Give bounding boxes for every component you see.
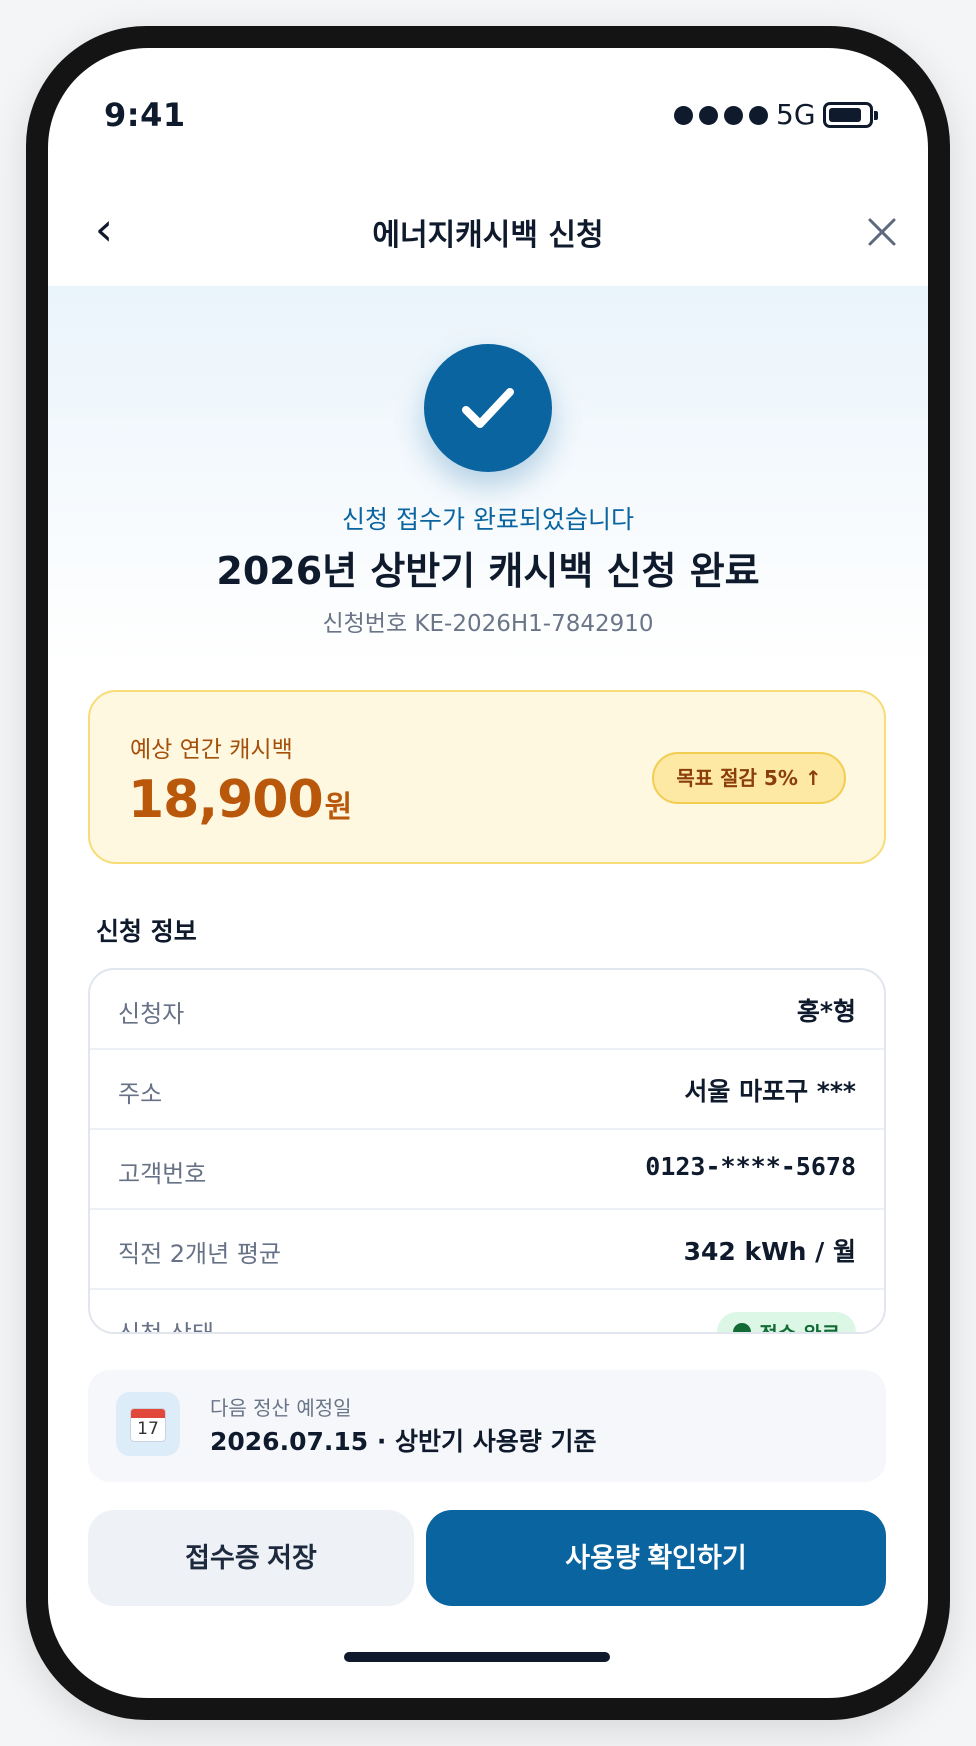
info-label: 주소 [118, 1080, 163, 1108]
nav-bar: ‹ 에너지캐시백 신청 [48, 188, 928, 286]
info-value: 342 kWh / 월 [683, 1237, 856, 1266]
info-row-customer-number: 고객번호 0123-****-5678 [90, 1130, 884, 1210]
status-bar: 9:41 5G [48, 48, 928, 188]
info-label: 고객번호 [118, 1160, 207, 1188]
info-row-address: 주소 서울 마포구 *** [90, 1050, 884, 1130]
hero-subtitle: 신청 접수가 완료되었습니다 [342, 505, 634, 534]
info-section-title: 신청 정보 [96, 917, 197, 946]
status-time: 9:41 [104, 96, 186, 134]
info-row-applicant: 신청자 홍*형 [90, 970, 884, 1050]
status-dot-icon [733, 1323, 752, 1332]
next-settlement-value: 2026.07.15 · 상반기 사용량 기준 [210, 1427, 597, 1456]
network-label: 5G [776, 98, 816, 131]
hero-title: 2026년 상반기 캐시백 신청 완료 [216, 549, 760, 593]
home-indicator[interactable] [344, 1652, 610, 1662]
status-text: 접수 완료 [759, 1321, 840, 1334]
cashback-label: 예상 연간 캐시백 [130, 737, 293, 763]
cashback-card: 예상 연간 캐시백 18,900원 목표 절감 5% ↑ [88, 690, 886, 864]
info-value: 홍*형 [796, 997, 856, 1026]
close-icon[interactable] [864, 214, 900, 250]
info-row-average-usage: 직전 2개년 평균 342 kWh / 월 [90, 1210, 884, 1290]
calendar-day: 17 [137, 1419, 159, 1439]
page-title: 에너지캐시백 신청 [372, 218, 604, 253]
hero-section: 신청 접수가 완료되었습니다 2026년 상반기 캐시백 신청 완료 신청번호 … [48, 286, 928, 666]
success-check-icon [424, 344, 552, 472]
info-value: 0123-****-5678 [645, 1152, 856, 1181]
next-settlement-label: 다음 정산 예정일 [210, 1396, 352, 1420]
application-number: 신청번호 KE-2026H1-7842910 [322, 611, 654, 637]
next-settlement-card: 17 다음 정산 예정일 2026.07.15 · 상반기 사용량 기준 [88, 1370, 886, 1482]
phone-frame: 9:41 5G ‹ 에너지캐시백 신청 신청 접수가 완료되었습니다 2026년… [26, 26, 950, 1720]
status-badge: 접수 완료 [717, 1312, 856, 1334]
cashback-amount-value: 18,900 [128, 770, 324, 830]
cashback-amount: 18,900원 [128, 770, 353, 830]
info-label: 직전 2개년 평균 [118, 1240, 282, 1268]
calendar-icon: 17 [116, 1392, 180, 1456]
check-usage-button[interactable]: 사용량 확인하기 [426, 1510, 886, 1606]
info-value: 서울 마포구 *** [684, 1077, 856, 1106]
saving-goal-badge: 목표 절감 5% ↑ [652, 752, 846, 804]
info-card: 신청자 홍*형 주소 서울 마포구 *** 고객번호 0123-****-567… [88, 968, 886, 1334]
cashback-unit: 원 [324, 790, 353, 825]
info-label: 신청 상태 [118, 1320, 214, 1334]
screen: 9:41 5G ‹ 에너지캐시백 신청 신청 접수가 완료되었습니다 2026년… [48, 48, 928, 1698]
info-label: 신청자 [118, 1000, 185, 1028]
signal-icon [674, 106, 768, 125]
battery-icon [823, 102, 878, 128]
info-row-status: 신청 상태 접수 완료 [90, 1290, 884, 1334]
save-receipt-button[interactable]: 접수증 저장 [88, 1510, 414, 1606]
